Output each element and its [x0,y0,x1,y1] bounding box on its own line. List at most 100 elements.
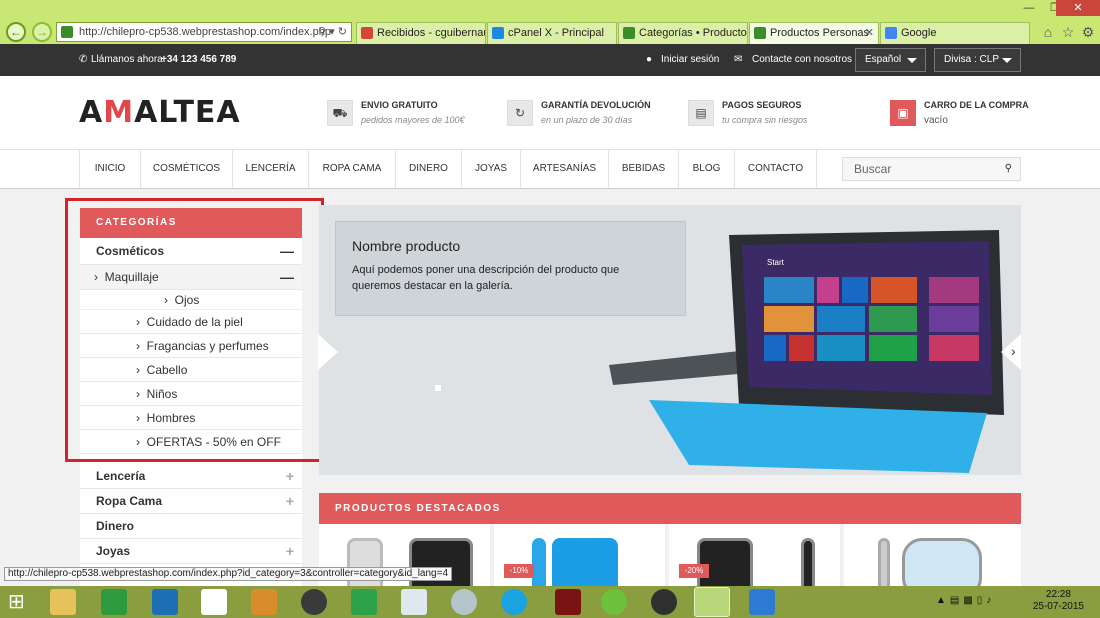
system-tray-icons[interactable]: ▲▤▩▯♪ [936,595,995,606]
nav-inicio[interactable]: INICIO [79,150,140,188]
tile [929,335,979,361]
address-bar[interactable]: http://chilepro-cp538.webprestashop.com/… [56,22,352,42]
clock-date: 25-07-2015 [1032,601,1084,612]
system-clock[interactable]: 22:28 25-07-2015 [1033,589,1084,613]
expand-icon[interactable]: + [286,489,294,514]
close-icon[interactable]: ✕ [1056,0,1100,16]
language-value: Español [865,54,902,65]
internet-explorer-icon[interactable] [694,587,730,617]
cart-title[interactable]: CARRO DE LA COMPRA [924,100,1029,110]
slider-prev-icon[interactable] [318,334,338,370]
category-lenceria[interactable]: Lencería + [80,464,302,489]
category-label: Joyas [96,544,131,558]
app-icon[interactable] [251,589,277,615]
tab-gmail[interactable]: Recibidos - cguibernau... [356,22,486,44]
category-joyas[interactable]: Joyas + [80,539,302,564]
tab-cpanel[interactable]: cPanel X - Principal [487,22,617,44]
cloud-app-icon[interactable] [601,589,627,615]
tile [764,277,814,303]
search-icon[interactable]: ⚲ [1005,158,1012,180]
tile [929,277,979,303]
feature-title: GARANTÍA DEVOLUCIÓN [541,100,651,110]
store-icon[interactable] [101,589,127,615]
category-dinero[interactable]: Dinero [80,514,302,539]
tile [764,306,814,332]
minimize-icon[interactable]: — [1016,0,1042,16]
home-icon[interactable]: ⌂ [1040,24,1056,40]
gmail-icon [361,27,373,39]
product-card[interactable] [844,524,1021,586]
pdf-reader-icon[interactable] [555,589,581,615]
product-image [532,538,546,586]
nav-dinero[interactable]: DINERO [395,150,461,188]
hp-icon[interactable] [651,589,677,615]
contact-link[interactable]: Contacte con nosotros [752,54,852,65]
envelope-icon: ✉ [734,54,743,65]
tab-categorias[interactable]: Categorías • Productos ... [618,22,748,44]
nav-artesanias[interactable]: ARTESANÍAS [520,150,608,188]
nav-blog[interactable]: BLOG [678,150,734,188]
slider-dot[interactable] [435,385,441,391]
cart-icon[interactable]: ▣ [890,100,916,126]
address-tools-icon[interactable]: ⚲ ▾ ↻ [318,23,347,41]
settings-gear-icon[interactable]: ⚙ [1080,24,1096,40]
login-link[interactable]: Iniciar sesión [661,54,719,65]
currency-select[interactable]: Divisa : CLP [934,48,1021,72]
call-prefix: Llámanos ahora: [91,54,166,65]
nav-ropa-cama[interactable]: ROPA CAMA [308,150,395,188]
tile [817,335,865,361]
home-slider[interactable]: Start Nombre producto Aquí podemos poner… [319,205,1021,475]
windows-start-icon[interactable]: ⊞ [8,589,34,615]
nav-cosmeticos[interactable]: COSMÉTICOS [140,150,232,188]
search-input[interactable]: Buscar ⚲ [842,157,1021,181]
logo-letter-accent: M [103,95,135,130]
category-label: Dinero [96,519,135,533]
product-card[interactable]: -20% [669,524,841,586]
paint-icon[interactable] [451,589,477,615]
credit-card-icon: ▤ [688,100,714,126]
chevron-down-icon [907,58,917,63]
user-icon: ● [646,54,653,65]
tab-google[interactable]: Google [880,22,1030,44]
nav-bebidas[interactable]: BEBIDAS [608,150,678,188]
nav-joyas[interactable]: JOYAS [461,150,520,188]
search-placeholder: Buscar [854,162,892,176]
favorites-star-icon[interactable]: ☆ [1060,24,1076,40]
tile [764,335,786,361]
expand-icon[interactable]: + [286,539,294,564]
app-icon[interactable] [152,589,178,615]
tab-productos-personas[interactable]: Productos Personas ✕ [749,22,879,44]
nav-lenceria[interactable]: LENCERÍA [232,150,308,188]
tile [789,335,814,361]
forward-icon[interactable]: → [32,22,52,42]
amazon-icon[interactable] [201,589,227,615]
feature-subtitle: pedidos mayores de 100€ [361,115,465,125]
category-label: Ropa Cama [96,494,163,508]
tab-label: Productos Personas [770,27,870,39]
browser-chrome: — ❐ ✕ ← → http://chilepro-cp538.webprest… [0,0,1100,44]
skype-icon[interactable] [501,589,527,615]
address-url: http://chilepro-cp538.webprestashop.com/… [79,26,331,38]
spreadsheet-icon[interactable] [351,589,377,615]
category-ropa-cama[interactable]: Ropa Cama + [80,489,302,514]
product-card[interactable]: -10% [494,524,666,586]
tab-label: Categorías • Productos ... [639,27,748,39]
category-label: Lencería [96,469,146,483]
logo-letter: A [79,95,104,130]
expand-icon[interactable]: + [286,464,294,489]
highlight-annotation-box [65,198,324,462]
nav-contacto[interactable]: CONTACTO [734,150,817,188]
tab-close-icon[interactable]: ✕ [865,23,874,43]
shop-logo[interactable]: AMALTEA [79,95,241,130]
language-select[interactable]: Español [855,48,926,72]
document-icon[interactable] [401,589,427,615]
tablet-start-label: Start [767,258,785,267]
refresh-icon: ↻ [507,100,533,126]
app-icon[interactable] [749,589,775,615]
file-explorer-icon[interactable] [50,589,76,615]
media-player-icon[interactable] [301,589,327,615]
ie-icon [492,27,504,39]
tile [817,277,839,303]
featured-products-header: PRODUCTOS DESTACADOS [319,493,1021,524]
back-icon[interactable]: ← [6,22,26,42]
